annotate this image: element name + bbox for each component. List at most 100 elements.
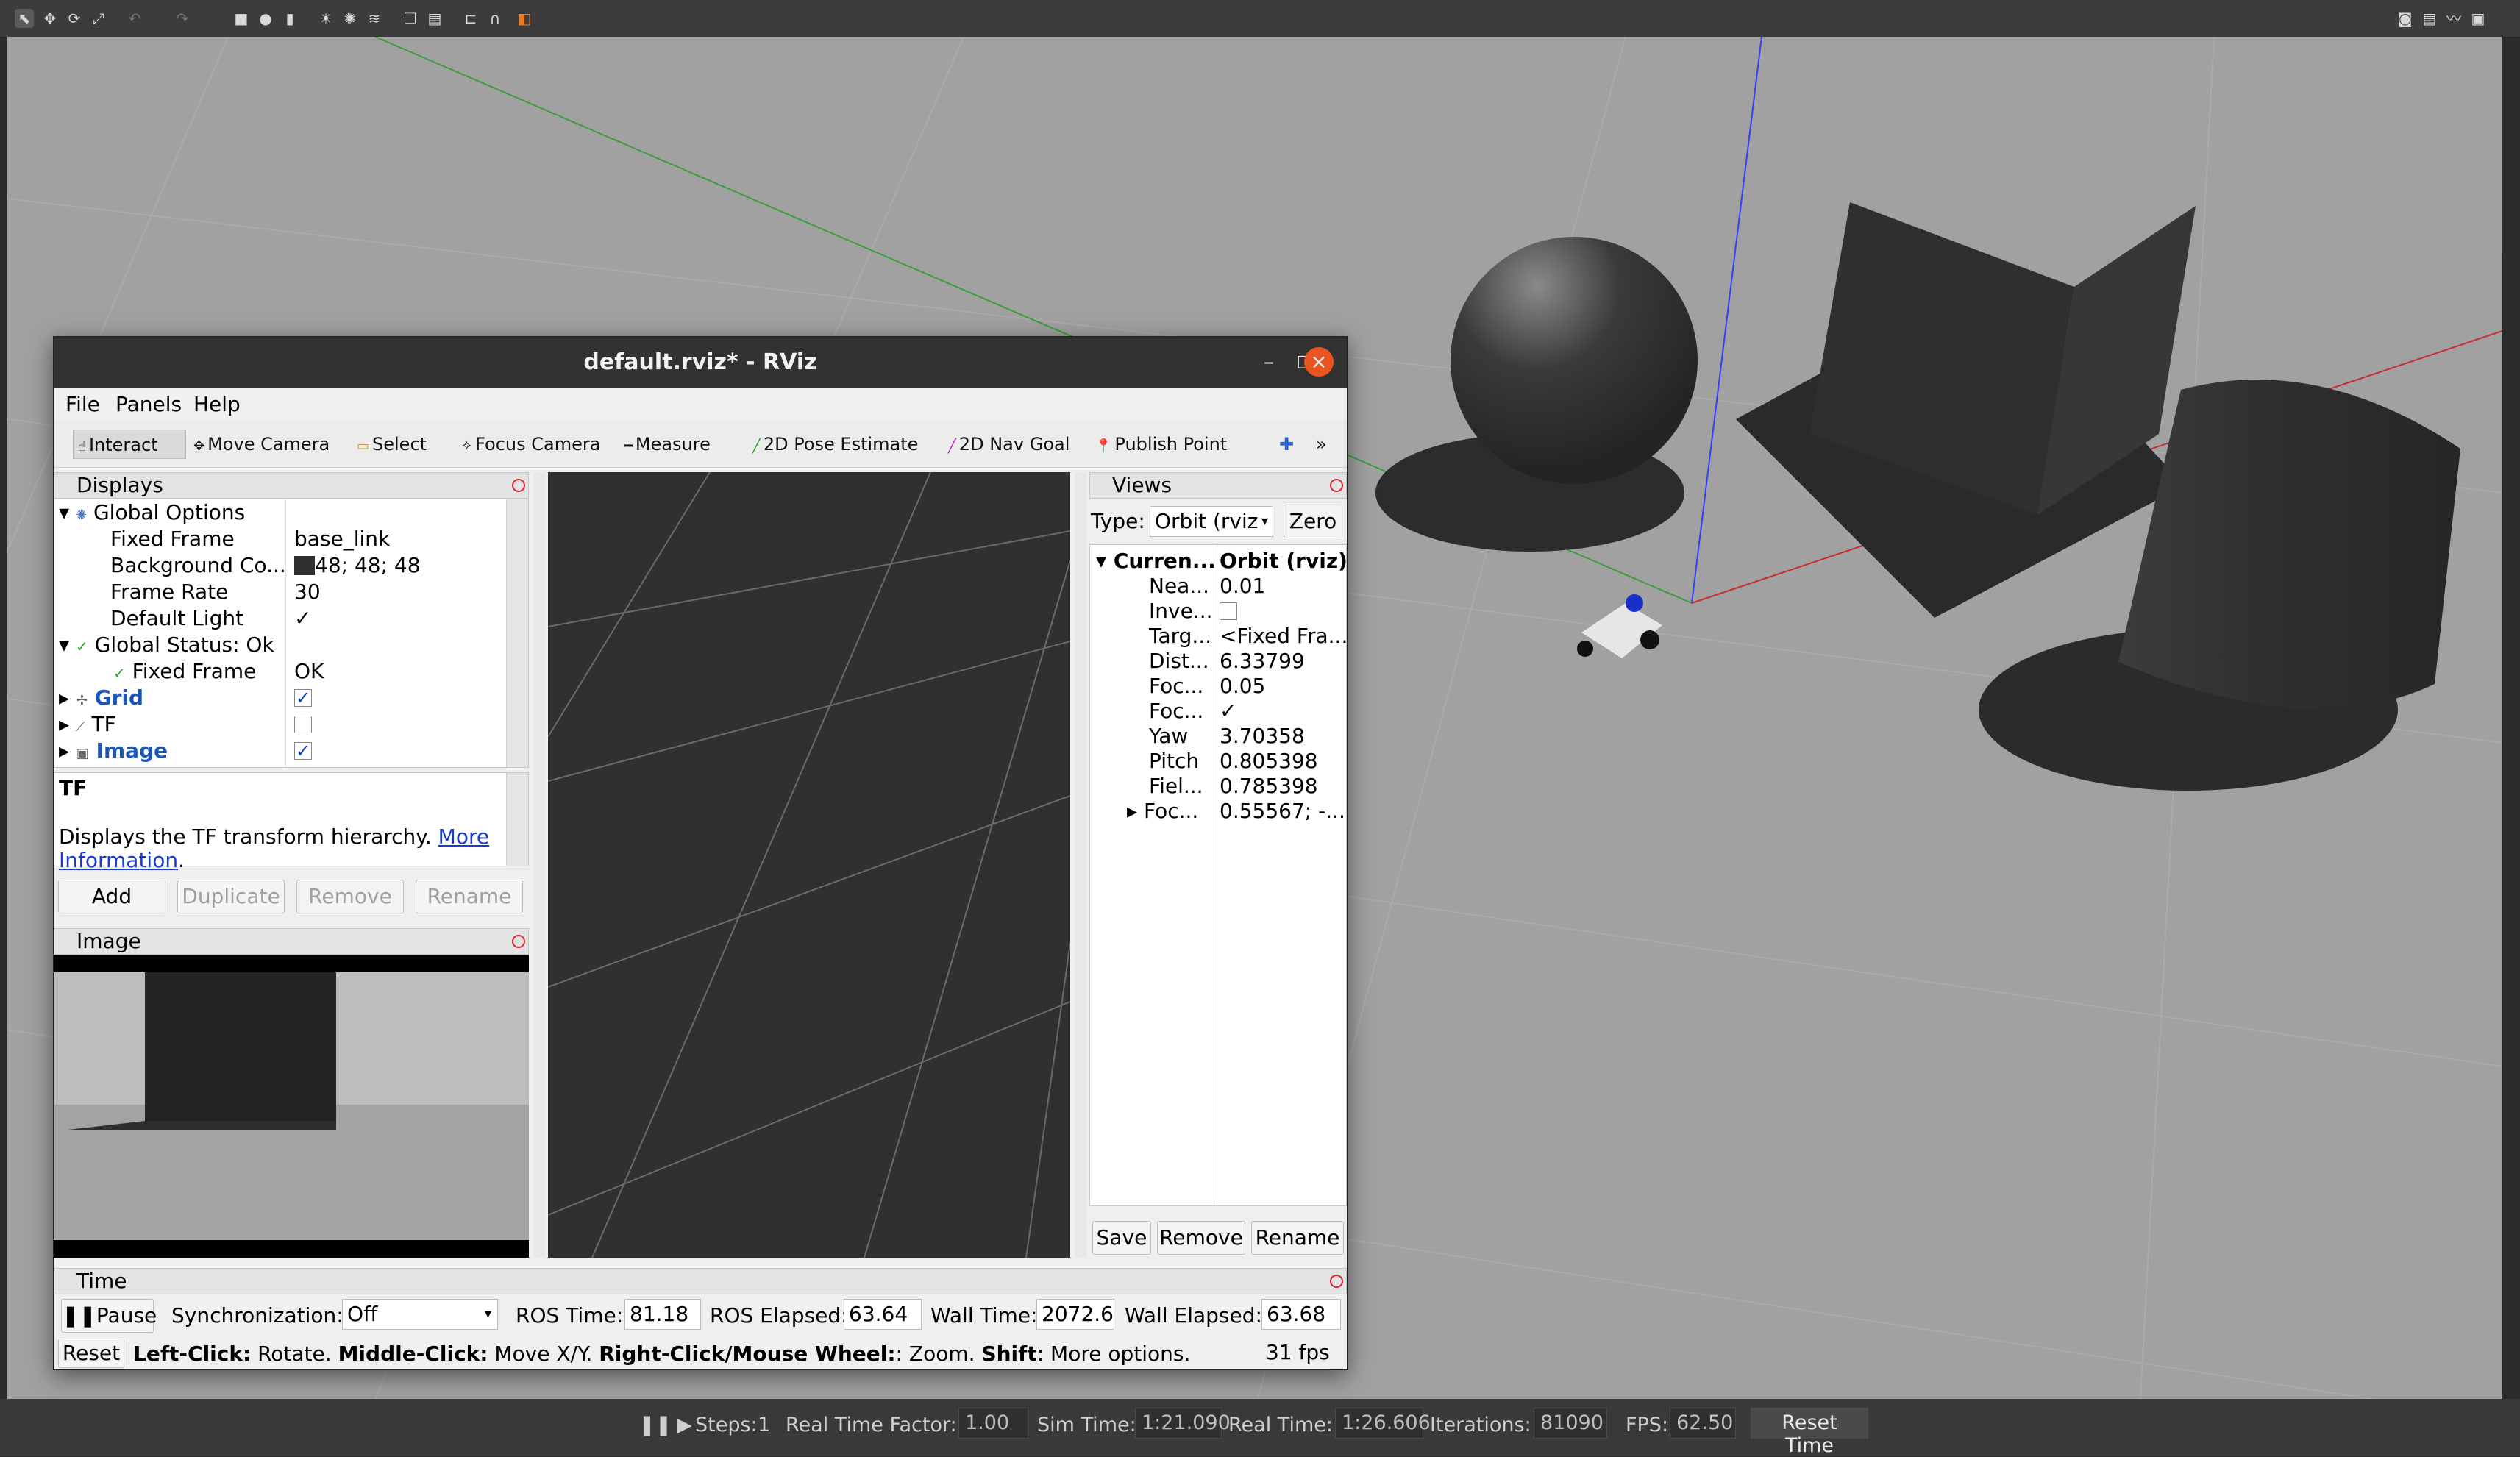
reset-button[interactable]: Reset <box>58 1339 124 1368</box>
steps-value[interactable]: 1 <box>758 1414 770 1436</box>
distance-row[interactable]: Dist... <box>1149 648 1209 674</box>
rviz-3d-render-view[interactable] <box>548 472 1070 1258</box>
tree-row-global-options[interactable]: ▾ ✺ Global Options <box>59 499 245 526</box>
background-color-value[interactable]: 48; 48; 48 <box>294 552 421 579</box>
select-arrow-icon[interactable]: ⬉ <box>15 9 34 28</box>
video-record-icon[interactable]: ▣ <box>2469 9 2488 28</box>
collapse-arrow-icon[interactable]: ▸ <box>59 685 69 710</box>
panel-close-icon[interactable] <box>512 479 525 492</box>
rename-display-button[interactable]: Rename <box>416 880 523 913</box>
image-checkbox[interactable]: ✓ <box>294 742 312 760</box>
fixed-frame-value[interactable]: base_link <box>294 526 390 552</box>
pause-button[interactable]: ❚❚Pause <box>61 1299 157 1333</box>
sphere-shape-icon[interactable]: ● <box>256 9 275 28</box>
right-splitter[interactable] <box>1075 472 1086 1258</box>
tree-row-fixed-frame-status[interactable]: ✓ Fixed Frame <box>113 658 256 685</box>
menu-file[interactable]: File <box>65 392 100 416</box>
focal-shape-fixed-row[interactable]: Foc... <box>1149 698 1203 724</box>
more-information-link-2[interactable]: Information <box>59 848 178 872</box>
expand-arrow-icon[interactable]: ▾ <box>59 500 69 524</box>
target-frame-value[interactable]: <Fixed Fra... <box>1220 623 1348 649</box>
plot-icon[interactable]: 〰 <box>2444 9 2463 28</box>
focal-point-value[interactable]: 0.55567; -... <box>1220 798 1345 824</box>
zero-view-button[interactable]: Zero <box>1284 505 1342 538</box>
tree-row-global-status[interactable]: ▾ ✓ Global Status: Ok <box>59 632 274 658</box>
tool-move-camera[interactable]: ✥ Move Camera <box>189 430 334 459</box>
tree-row-background-color[interactable]: Background Co... <box>110 552 286 579</box>
rename-view-button[interactable]: Rename <box>1251 1221 1344 1255</box>
toolbar-overflow-icon[interactable]: » <box>1311 430 1331 459</box>
collapse-arrow-icon[interactable]: ▸ <box>1127 799 1137 823</box>
cylinder-shape-icon[interactable]: ▮ <box>280 9 299 28</box>
more-information-link[interactable]: More <box>438 824 489 849</box>
rotate-icon[interactable]: ⟳ <box>65 9 84 28</box>
expand-arrow-icon[interactable]: ▾ <box>59 633 69 657</box>
minimize-icon[interactable]: – <box>1254 347 1284 377</box>
pause-icon[interactable]: ❚❚ <box>638 1414 672 1436</box>
spot-light-icon[interactable]: ✺ <box>341 9 360 28</box>
current-view-row[interactable]: ▾ Curren... <box>1096 548 1216 574</box>
change-view-icon[interactable]: ◧ <box>515 9 534 28</box>
description-scrollbar[interactable] <box>506 773 528 866</box>
field-of-view-row[interactable]: Fiel... <box>1149 773 1203 799</box>
displays-scrollbar[interactable] <box>506 499 528 767</box>
screenshot-icon[interactable]: ◙ <box>2396 9 2415 28</box>
tool-2d-pose-estimate[interactable]: ╱ 2D Pose Estimate <box>748 430 922 459</box>
redo-icon[interactable]: ↷ <box>173 9 192 28</box>
box-shape-icon[interactable]: ■ <box>232 9 251 28</box>
focal-shape-size-value[interactable]: 0.05 <box>1220 673 1265 699</box>
panel-close-icon[interactable] <box>512 935 525 948</box>
default-light-checkbox[interactable]: ✓ <box>294 605 311 632</box>
field-of-view-value[interactable]: 0.785398 <box>1220 773 1318 799</box>
remove-view-button[interactable]: Remove <box>1157 1221 1245 1255</box>
tree-row-frame-rate[interactable]: Frame Rate <box>110 579 228 605</box>
view-type-select[interactable]: Orbit (rviz ▾ <box>1150 506 1273 537</box>
copy-icon[interactable]: ❐ <box>401 9 420 28</box>
duplicate-display-button[interactable]: Duplicate <box>177 880 285 913</box>
step-icon[interactable]: ▶ <box>677 1414 692 1436</box>
remove-display-button[interactable]: Remove <box>296 880 404 913</box>
collapse-arrow-icon[interactable]: ▸ <box>59 712 69 736</box>
frame-rate-value[interactable]: 30 <box>294 579 321 605</box>
paste-icon[interactable]: ▤ <box>425 9 444 28</box>
menu-panels[interactable]: Panels <box>115 392 182 416</box>
scale-icon[interactable]: ⤢ <box>89 9 108 28</box>
tree-row-default-light[interactable]: Default Light <box>110 605 243 632</box>
target-frame-row[interactable]: Targ... <box>1149 623 1211 649</box>
grid-checkbox[interactable]: ✓ <box>294 689 312 707</box>
save-view-button[interactable]: Save <box>1092 1221 1151 1255</box>
tool-select[interactable]: ▭ Select <box>352 430 431 459</box>
panel-close-icon[interactable] <box>1330 479 1343 492</box>
sync-select[interactable]: Off ▾ <box>342 1299 498 1330</box>
reset-time-button[interactable]: Reset Time <box>1751 1408 1868 1457</box>
focal-shape-fixed-checkbox[interactable]: ✓ <box>1220 698 1236 724</box>
align-icon[interactable]: ⊏ <box>461 9 480 28</box>
tree-row-tf[interactable]: ▸ ⟋ TF <box>59 711 116 738</box>
tf-checkbox[interactable] <box>294 716 312 733</box>
undo-icon[interactable]: ↶ <box>125 9 144 28</box>
focal-point-row[interactable]: ▸ Foc... <box>1127 798 1198 824</box>
snap-icon[interactable]: ∩ <box>485 9 505 28</box>
tool-interact[interactable]: ☝ Interact <box>73 430 186 459</box>
directional-light-icon[interactable]: ≋ <box>365 9 384 28</box>
near-clip-value[interactable]: 0.01 <box>1220 573 1265 599</box>
tree-row-fixed-frame[interactable]: Fixed Frame <box>110 526 235 552</box>
invert-z-checkbox[interactable] <box>1220 602 1237 620</box>
pitch-value[interactable]: 0.805398 <box>1220 748 1318 774</box>
close-icon[interactable]: × <box>1304 347 1334 377</box>
menu-help[interactable]: Help <box>193 392 241 416</box>
panel-close-icon[interactable] <box>1330 1275 1343 1288</box>
tool-2d-nav-goal[interactable]: ╱ 2D Nav Goal <box>944 430 1074 459</box>
tree-row-grid[interactable]: ▸ ✢ Grid <box>59 685 143 711</box>
add-tool-icon[interactable]: ✚ <box>1275 430 1298 459</box>
distance-value[interactable]: 6.33799 <box>1220 648 1305 674</box>
point-light-icon[interactable]: ☀ <box>316 9 335 28</box>
yaw-value[interactable]: 3.70358 <box>1220 723 1305 749</box>
translate-icon[interactable]: ✥ <box>40 9 60 28</box>
tree-row-image[interactable]: ▸ ▣ Image <box>59 738 168 764</box>
left-splitter[interactable] <box>533 472 545 1258</box>
tool-publish-point[interactable]: 📍 Publish Point <box>1091 430 1231 459</box>
add-display-button[interactable]: Add <box>58 880 165 913</box>
near-clip-row[interactable]: Nea... <box>1149 573 1209 599</box>
collapse-arrow-icon[interactable]: ▸ <box>59 738 69 763</box>
